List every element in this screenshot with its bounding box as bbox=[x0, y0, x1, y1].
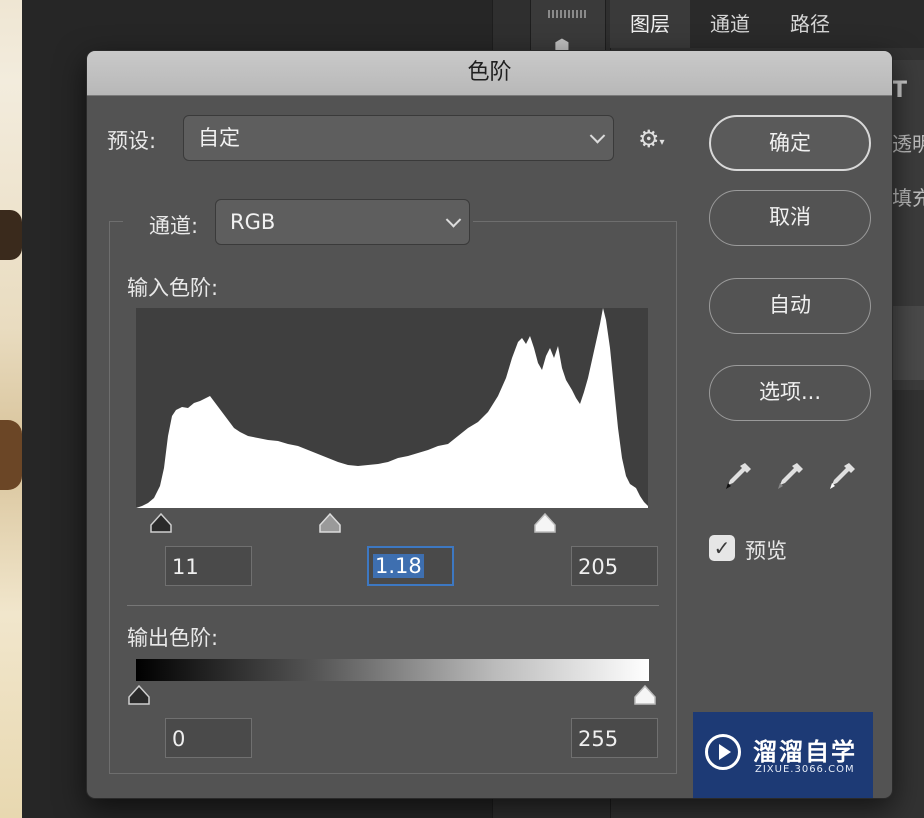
black-eyedropper-icon[interactable] bbox=[721, 459, 755, 493]
opacity-label: 透明度 bbox=[892, 132, 924, 156]
divider bbox=[127, 605, 659, 606]
chevron-down-icon bbox=[589, 128, 606, 144]
layers-panel-options: T 透明度 填充 bbox=[892, 60, 924, 390]
layer-row[interactable] bbox=[892, 306, 924, 380]
photo-detail bbox=[0, 210, 22, 260]
fill-label: 填充 bbox=[892, 186, 924, 210]
cancel-button[interactable]: 取消 bbox=[709, 190, 871, 246]
settings-gear-icon[interactable]: ⚙▾ bbox=[638, 125, 665, 153]
auto-button[interactable]: 自动 bbox=[709, 278, 871, 334]
channel-value: RGB bbox=[230, 210, 276, 234]
ok-button[interactable]: 确定 bbox=[709, 115, 871, 171]
gray-eyedropper-icon[interactable] bbox=[773, 459, 807, 493]
output-gradient-bar bbox=[136, 659, 649, 681]
output-white-field[interactable]: 255 bbox=[571, 718, 658, 758]
panel-tabs: 图层 通道 路径 bbox=[610, 0, 924, 48]
tab-channels[interactable]: 通道 bbox=[690, 0, 770, 48]
output-black-slider[interactable] bbox=[127, 685, 151, 705]
dialog-title[interactable]: 色阶 bbox=[87, 51, 892, 96]
photo-detail bbox=[0, 420, 22, 490]
levels-dialog: 色阶 预设: 自定 ⚙▾ 确定 取消 自动 选项... ✓ 预览 通道: RGB… bbox=[86, 50, 893, 799]
input-white-slider[interactable] bbox=[533, 513, 557, 533]
histogram bbox=[136, 308, 648, 508]
channel-dropdown[interactable]: RGB bbox=[215, 199, 470, 245]
input-levels-label: 输入色阶: bbox=[127, 276, 219, 300]
options-button[interactable]: 选项... bbox=[709, 365, 871, 421]
watermark-logo: 溜溜自学 ZIXUE.3066.COM bbox=[693, 712, 873, 798]
text-layer-icon[interactable]: T bbox=[892, 78, 907, 103]
white-eyedropper-icon[interactable] bbox=[825, 459, 859, 493]
preview-label[interactable]: 预览 bbox=[745, 535, 787, 565]
watermark-title: 溜溜自学 bbox=[753, 738, 857, 766]
input-white-field[interactable]: 205 bbox=[571, 546, 658, 586]
tab-layers[interactable]: 图层 bbox=[610, 0, 690, 48]
chevron-down-icon bbox=[445, 212, 462, 228]
input-gamma-field[interactable]: 1.18 bbox=[367, 546, 454, 586]
play-icon bbox=[705, 734, 741, 770]
output-levels-label: 输出色阶: bbox=[127, 626, 219, 650]
input-black-slider[interactable] bbox=[149, 513, 173, 533]
preset-label: 预设: bbox=[107, 129, 157, 153]
output-white-slider[interactable] bbox=[633, 685, 657, 705]
grip-handle[interactable] bbox=[548, 10, 586, 18]
output-black-field[interactable]: 0 bbox=[165, 718, 252, 758]
watermark-subtitle: ZIXUE.3066.COM bbox=[755, 764, 855, 775]
preset-dropdown[interactable]: 自定 bbox=[183, 115, 614, 161]
background-photo bbox=[0, 0, 22, 818]
preset-value: 自定 bbox=[198, 126, 240, 150]
checkmark-icon[interactable]: ✓ bbox=[709, 535, 735, 561]
channel-label: 通道: bbox=[149, 214, 199, 238]
input-gamma-value: 1.18 bbox=[373, 554, 424, 578]
tab-paths[interactable]: 路径 bbox=[770, 0, 850, 48]
input-black-field[interactable]: 11 bbox=[165, 546, 252, 586]
input-gamma-slider[interactable] bbox=[318, 513, 342, 533]
histogram-shape bbox=[136, 308, 648, 508]
